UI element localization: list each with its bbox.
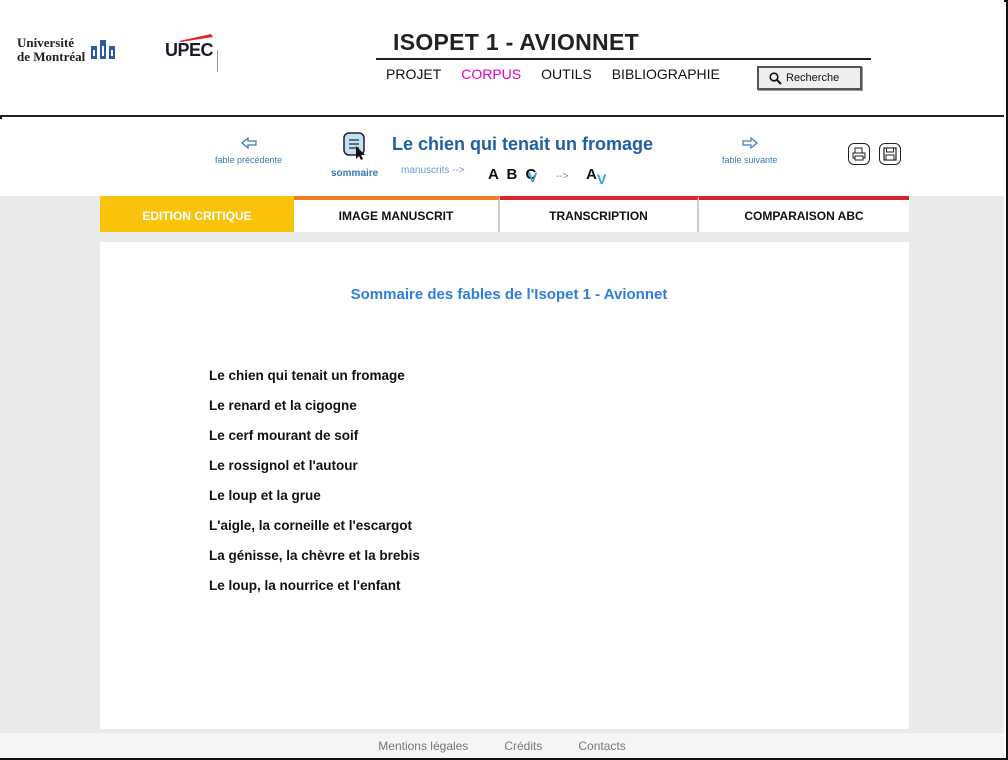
universite-de-montreal-logo[interactable]: Université de Montréal <box>17 35 115 64</box>
site-header: Université de Montréal UPEC ISOPET 1 - A… <box>0 0 1004 117</box>
search-label: Recherche <box>786 72 840 84</box>
save-button[interactable] <box>879 143 901 165</box>
tab-transcription[interactable]: TRANSCRIPTION <box>500 196 699 232</box>
tab-bar: EDITION CRITIQUE IMAGE MANUSCRIT TRANSCR… <box>100 196 909 232</box>
previous-fable-link[interactable]: fable précédente <box>215 136 282 165</box>
fable-list-item[interactable]: L'aigle, la corneille et l'escargot <box>209 518 420 548</box>
fable-list: Le chien qui tenait un fromage Le renard… <box>209 368 420 608</box>
arrow-left-icon <box>240 136 257 150</box>
tab-comparaison-abc[interactable]: COMPARAISON ABC <box>699 196 909 232</box>
fable-list-item[interactable]: Le cerf mourant de soif <box>209 428 420 458</box>
fable-list-item[interactable]: Le loup et la grue <box>209 488 420 518</box>
site-title: ISOPET 1 - AVIONNET <box>393 29 639 55</box>
print-icon <box>852 147 866 161</box>
manuscript-arrow: --> <box>556 171 569 182</box>
fable-title: Le chien qui tenait un fromage <box>392 134 654 154</box>
nav-bibliographie[interactable]: BIBLIOGRAPHIE <box>612 66 720 82</box>
next-fable-link[interactable]: fable suivante <box>722 136 778 165</box>
summary-title: Sommaire des fables de l'Isopet 1 - Avio… <box>350 286 668 303</box>
next-fable-label: fable suivante <box>722 155 778 165</box>
upec-divider <box>217 50 218 72</box>
fable-list-item[interactable]: Le loup, la nourrice et l'enfant <box>209 578 420 608</box>
tab-image-manuscrit[interactable]: IMAGE MANUSCRIT <box>294 196 500 232</box>
tab-edition-critique[interactable]: EDITION CRITIQUE <box>100 196 294 232</box>
save-icon <box>883 147 897 161</box>
previous-fable-label: fable précédente <box>215 155 283 165</box>
upec-name: UPEC <box>165 40 214 60</box>
udem-line2: de Montréal <box>17 49 86 64</box>
nav-outils[interactable]: OUTILS <box>541 66 592 82</box>
nav-projet[interactable]: PROJET <box>386 66 441 82</box>
site-footer: Mentions légales Crédits Contacts <box>0 733 1004 758</box>
search-button[interactable]: Recherche <box>757 66 862 90</box>
manuscripts-label: manuscrits --> <box>401 165 465 176</box>
print-button[interactable] <box>848 143 870 165</box>
arrow-right-icon <box>742 136 758 150</box>
search-icon <box>769 71 782 85</box>
top-navigation: PROJET CORPUS OUTILS BIBLIOGRAPHIE <box>386 66 740 82</box>
summary-panel: Sommaire des fables de l'Isopet 1 - Avio… <box>100 242 909 729</box>
target-manuscript: A <box>586 166 597 183</box>
fable-navigation: fable précédente sommaire Le chien qui t… <box>0 119 1004 196</box>
nav-corpus[interactable]: CORPUS <box>461 66 521 82</box>
udem-line1: Université <box>17 35 75 50</box>
footer-mentions-legales[interactable]: Mentions légales <box>378 739 468 753</box>
footer-credits[interactable]: Crédits <box>504 739 542 753</box>
fable-list-item[interactable]: La génisse, la chèvre et la brebis <box>209 548 420 578</box>
title-rule <box>376 58 871 60</box>
footer-contacts[interactable]: Contacts <box>578 739 625 753</box>
upec-bar-icon <box>179 34 213 42</box>
fable-list-item[interactable]: Le renard et la cigogne <box>209 398 420 428</box>
manuscripts-dropdown[interactable]: V <box>528 169 537 185</box>
sommaire-label: sommaire <box>331 168 379 179</box>
upec-logo[interactable]: UPEC <box>165 34 218 72</box>
udem-emblem-icon <box>91 40 115 59</box>
document-list-icon <box>342 132 365 160</box>
fable-list-item[interactable]: Le rossignol et l'autour <box>209 458 420 488</box>
sommaire-button[interactable]: sommaire <box>331 131 378 179</box>
target-manuscript-dropdown[interactable]: V <box>597 171 606 187</box>
fable-list-item[interactable]: Le chien qui tenait un fromage <box>209 368 420 398</box>
